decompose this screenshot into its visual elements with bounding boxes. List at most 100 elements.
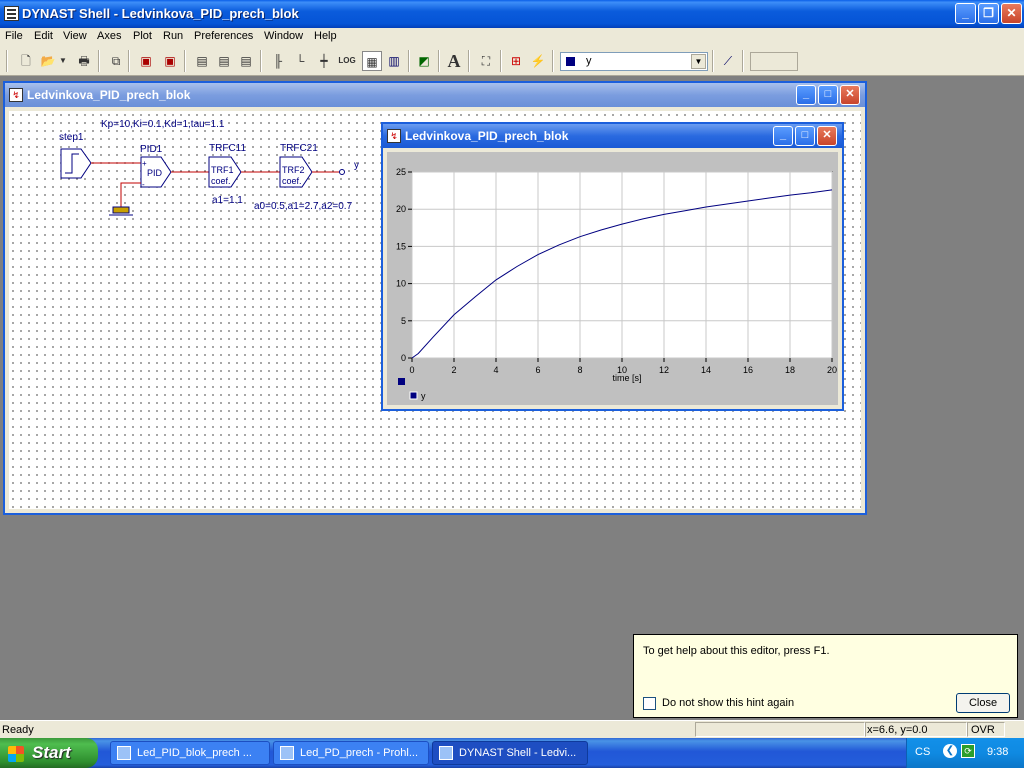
restore-icon: ❐: [983, 6, 994, 20]
x-axis-label: time [s]: [612, 373, 641, 383]
legend-swatch-y: [409, 391, 418, 400]
plot-window[interactable]: ↯ Ledvinkova_PID_prech_blok _ □ ✕ 0 2 4 6 8 1…: [381, 122, 844, 411]
text-font-icon[interactable]: A: [444, 51, 464, 71]
menu-preferences[interactable]: Preferences: [194, 30, 253, 42]
y-tick-label: 10: [396, 279, 406, 289]
schematic-icon: ↯: [9, 88, 23, 102]
x-tick-label: 4: [493, 365, 498, 375]
app-icon[interactable]: [4, 6, 19, 21]
hint-text: To get help about this editor, press F1.: [643, 645, 830, 657]
menu-file[interactable]: File: [5, 30, 23, 42]
task-button-active[interactable]: DYNAST Shell - Ledvi...: [432, 741, 588, 765]
zoom-icon[interactable]: ◩: [414, 51, 434, 71]
new-file-icon[interactable]: 🗋: [16, 51, 36, 71]
mode-panel: OVR: [967, 722, 1005, 737]
plot-window-icon: ↯: [387, 129, 401, 143]
bars-icon[interactable]: ▥: [384, 51, 404, 71]
hint-close-button[interactable]: Close: [956, 693, 1010, 713]
axis-pick-icon[interactable]: ⟋: [718, 51, 738, 71]
editor-maximize-button[interactable]: □: [818, 85, 838, 105]
dont-show-checkbox[interactable]: [643, 697, 656, 710]
axes-icon[interactable]: ╟: [268, 51, 288, 71]
start-label: Start: [32, 743, 71, 762]
close-icon: ✕: [822, 129, 832, 141]
task-button[interactable]: Led_PID_blok_prech ...: [110, 741, 270, 765]
value-spinner[interactable]: [750, 52, 798, 71]
close-icon: ✕: [845, 88, 855, 100]
task-button[interactable]: Led_PD_prech - Prohl...: [273, 741, 429, 765]
coords-panel: x=6.6, y=0.0: [865, 722, 967, 737]
minimize-icon: _: [779, 129, 787, 141]
output-port-icon[interactable]: [339, 169, 345, 175]
windows-logo-icon: [8, 746, 24, 762]
network-icon[interactable]: ⟳: [961, 744, 975, 758]
dont-show-label[interactable]: Do not show this hint again: [662, 697, 794, 709]
menu-edit[interactable]: Edit: [34, 30, 53, 42]
plot-minimize-button[interactable]: _: [773, 126, 793, 146]
menu-plot[interactable]: Plot: [133, 30, 152, 42]
language-indicator[interactable]: CS: [915, 746, 930, 758]
document-icon: [117, 746, 131, 760]
menu-run[interactable]: Run: [163, 30, 183, 42]
axes-scale-icon[interactable]: └: [290, 51, 310, 71]
page-step-icon[interactable]: ▤: [236, 51, 256, 71]
pid1-inner-label: PID: [147, 168, 163, 178]
y-tick-label: 5: [401, 316, 406, 326]
help-hint-popup: To get help about this editor, press F1.…: [633, 634, 1018, 718]
x-tick-label: 20: [827, 365, 837, 375]
page-icon[interactable]: ▤: [192, 51, 212, 71]
tray-arrow-icon[interactable]: ❮: [943, 744, 957, 758]
chevron-down-icon[interactable]: ▼: [691, 54, 706, 69]
plot-title-bar[interactable]: ↯ Ledvinkova_PID_prech_blok _ □ ✕: [383, 124, 842, 148]
legend-marker-icon: [398, 378, 405, 385]
plot-area[interactable]: 0 2 4 6 8 10 12 14 16 18 20 0 5 10 15 20 25 time [s] y: [387, 152, 838, 405]
clock[interactable]: 9:38: [987, 746, 1008, 758]
marker-icon[interactable]: ⚡: [528, 51, 548, 71]
plot-maximize-button[interactable]: □: [795, 126, 815, 146]
plot-close-button[interactable]: ✕: [817, 126, 837, 146]
step1-block[interactable]: [60, 148, 92, 179]
x-tick-label: 0: [409, 365, 414, 375]
toolbar-separator: [500, 50, 502, 72]
minimize-icon: _: [802, 88, 810, 100]
table-icon[interactable]: ⊞: [506, 51, 526, 71]
grid-icon[interactable]: ▦: [362, 51, 382, 71]
menu-help[interactable]: Help: [314, 30, 337, 42]
menu-window[interactable]: Window: [264, 30, 303, 42]
model-icon[interactable]: ▣: [136, 51, 156, 71]
copy-icon[interactable]: ⧉: [106, 51, 126, 71]
series-select-value: y: [586, 55, 592, 67]
page-alt-icon[interactable]: ▤: [214, 51, 234, 71]
xy-axes-icon[interactable]: ┿: [314, 51, 334, 71]
model-alt-icon[interactable]: ▣: [160, 51, 180, 71]
mode-indicator: OVR: [971, 724, 995, 736]
menu-view[interactable]: View: [63, 30, 87, 42]
app-title-bar[interactable]: DYNAST Shell - Ledvinkova_PID_prech_blok…: [0, 0, 1024, 28]
menu-axes[interactable]: Axes: [97, 30, 121, 42]
plus-sign: +: [142, 159, 147, 168]
toolbar-separator: [260, 50, 262, 72]
restore-button[interactable]: ❐: [978, 3, 999, 24]
line-chart[interactable]: 0 2 4 6 8 10 12 14 16 18 200510152025 time [s] y: [387, 152, 838, 405]
toolbar-separator: [184, 50, 186, 72]
editor-title-bar[interactable]: ↯ Ledvinkova_PID_prech_blok _ □ ✕: [5, 83, 865, 107]
editor-minimize-button[interactable]: _: [796, 85, 816, 105]
wire: [120, 182, 141, 207]
print-icon[interactable]: 🖶: [74, 51, 94, 71]
series-select[interactable]: y ▼: [560, 52, 708, 71]
minimize-button[interactable]: _: [955, 3, 976, 24]
start-button[interactable]: Start: [0, 738, 98, 768]
dropdown-arrow-icon[interactable]: ▼: [58, 51, 68, 71]
open-folder-icon[interactable]: 📂: [38, 51, 58, 71]
minimize-icon: _: [962, 6, 969, 20]
taskbar: Start Led_PID_blok_prech ... Led_PD_prec…: [0, 738, 1024, 768]
close-button[interactable]: ✕: [1001, 3, 1022, 24]
log-scale-icon[interactable]: LOG: [336, 51, 358, 71]
fit-icon[interactable]: ⛶: [476, 51, 496, 71]
editor-close-button[interactable]: ✕: [840, 85, 860, 105]
x-tick-label: 8: [577, 365, 582, 375]
x-tick-label: 6: [535, 365, 540, 375]
maximize-icon: □: [801, 129, 809, 141]
editor-title: Ledvinkova_PID_prech_blok: [27, 88, 191, 102]
close-icon: ✕: [1006, 6, 1017, 20]
